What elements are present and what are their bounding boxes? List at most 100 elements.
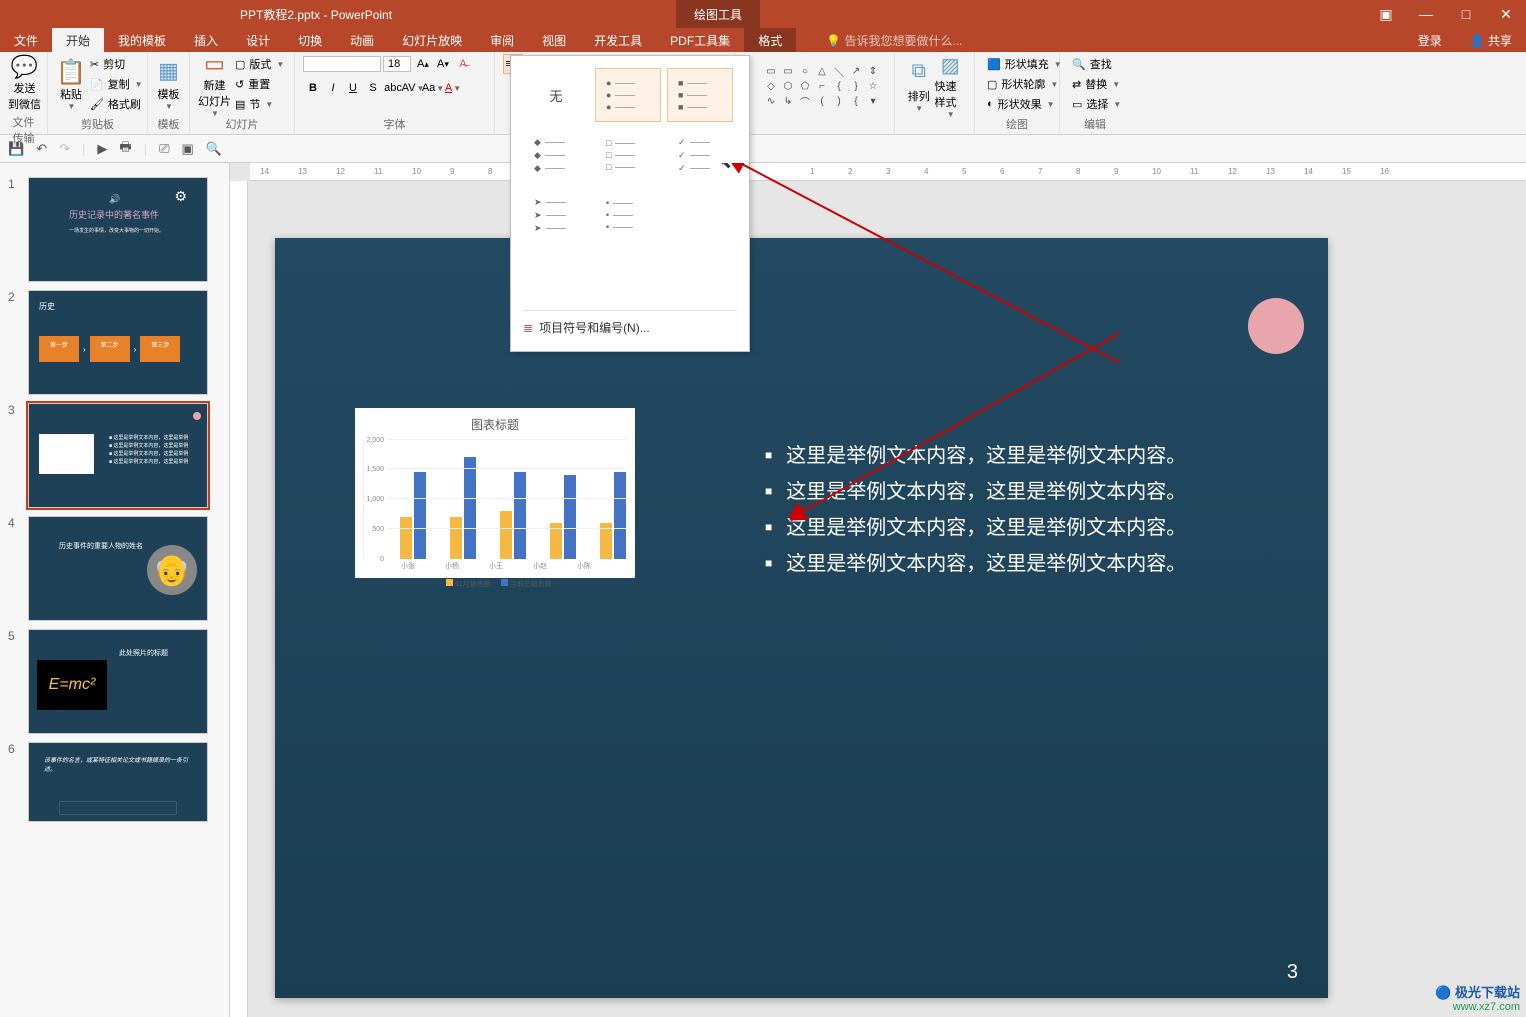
strike-button[interactable]: S: [363, 78, 383, 98]
shape-brk1-icon[interactable]: {: [848, 94, 864, 108]
thumb-slide-3[interactable]: ■ 这里是举例文本内容，这里是举例■ 这里是举例文本内容，这里是举例■ 这里是举…: [28, 403, 208, 508]
case-button[interactable]: Aa▼: [423, 78, 443, 98]
shape-curve-icon[interactable]: ∿: [763, 94, 779, 108]
paste-button[interactable]: 📋粘贴▼: [56, 55, 86, 113]
shape-pent-icon[interactable]: ⬠: [797, 79, 813, 93]
increase-font-button[interactable]: A▴: [413, 54, 433, 74]
tab-insert[interactable]: 插入: [180, 28, 232, 53]
tab-file[interactable]: 文件: [0, 28, 52, 53]
decrease-font-button[interactable]: A▾: [433, 54, 453, 74]
italic-button[interactable]: I: [323, 78, 343, 98]
shapes-gallery[interactable]: ▭▭○△＼↗⇕ ◇⬡⬠⌐{}☆ ∿↳⌒(){▾: [763, 64, 881, 108]
shape-paren2-icon[interactable]: ): [831, 94, 847, 108]
ribbon-display-icon[interactable]: ▣: [1366, 6, 1406, 23]
shape-circle-icon[interactable]: ○: [797, 64, 813, 78]
tab-transitions[interactable]: 切换: [284, 28, 336, 53]
qat-redo-icon[interactable]: ↷: [59, 141, 70, 157]
bullet-option-none[interactable]: 无: [523, 68, 589, 122]
font-size-combo[interactable]: 18: [383, 56, 411, 72]
cut-button[interactable]: ✂ 剪切: [86, 55, 147, 73]
underline-button[interactable]: U: [343, 78, 363, 98]
bullet-option-hollow-square[interactable]: □□□: [595, 128, 661, 182]
find-button[interactable]: 🔍 查找: [1068, 55, 1125, 73]
shape-conn-icon[interactable]: ↳: [780, 94, 796, 108]
thumb-slide-1[interactable]: 历史记录中的著名事件 一场发生的事情，改变大事物的一切开始。 ⚙ 🔊: [28, 177, 208, 282]
bullet-option-square[interactable]: ■■■: [667, 68, 733, 122]
shape-l-icon[interactable]: ⌐: [814, 79, 830, 93]
tab-format[interactable]: 格式: [744, 28, 796, 53]
select-button[interactable]: ▭ 选择 ▼: [1068, 95, 1125, 113]
tell-me-input[interactable]: 💡 告诉我您想要做什么...: [816, 28, 972, 53]
shape-brace1-icon[interactable]: {: [831, 79, 847, 93]
login-button[interactable]: 登录: [1404, 28, 1456, 53]
layout-button[interactable]: ▢ 版式 ▼: [231, 55, 288, 73]
font-color-button[interactable]: A▼: [443, 78, 463, 98]
qat-slideshow-icon[interactable]: ▶: [97, 141, 107, 157]
bullet-option-check[interactable]: ✓✓✓: [667, 128, 733, 182]
send-wechat-button[interactable]: 💬发送 到微信: [8, 54, 41, 112]
shadow-button[interactable]: abc: [383, 78, 403, 98]
drawing-tools-tab[interactable]: 绘图工具: [676, 0, 760, 28]
shape-star-icon[interactable]: ☆: [865, 79, 881, 93]
shape-paren1-icon[interactable]: (: [814, 94, 830, 108]
tab-animations[interactable]: 动画: [336, 28, 388, 53]
clear-format-button[interactable]: A̶: [453, 54, 473, 74]
tab-view[interactable]: 视图: [528, 28, 580, 53]
font-family-combo[interactable]: [303, 56, 381, 72]
qat-reading-icon[interactable]: ▣: [181, 141, 193, 157]
tab-slideshow[interactable]: 幻灯片放映: [388, 28, 476, 53]
qat-print-icon[interactable]: 🖶: [119, 138, 131, 160]
new-slide-button[interactable]: ▭新建 幻灯片▼: [198, 55, 231, 113]
group-editing: 编辑: [1068, 114, 1122, 132]
tab-review[interactable]: 审阅: [476, 28, 528, 53]
reset-button[interactable]: ↺ 重置: [231, 75, 288, 93]
shape-tri-icon[interactable]: △: [814, 64, 830, 78]
shape-arrow-icon[interactable]: ↗: [848, 64, 864, 78]
bullet-item[interactable]: 这里是举例文本内容，这里是举例文本内容。: [765, 546, 1186, 582]
thumb-slide-4[interactable]: 历史事件的重要人物的姓名 👴: [28, 516, 208, 621]
thumb-slide-2[interactable]: 历史 第一步 › 第二步 › 第三步: [28, 290, 208, 395]
quick-styles-button[interactable]: ▨快速样式▼: [935, 57, 967, 115]
shape-rect-icon[interactable]: ▭: [763, 64, 779, 78]
shape-outline-button[interactable]: ▢ 形状轮廓 ▼: [983, 75, 1066, 93]
copy-button[interactable]: 📄 复制 ▼: [86, 75, 147, 93]
tab-design[interactable]: 设计: [232, 28, 284, 53]
minimize-button[interactable]: —: [1406, 6, 1446, 22]
share-button[interactable]: 👤 共享: [1456, 28, 1526, 53]
arrange-button[interactable]: ⧉排列▼: [903, 57, 935, 115]
template-button[interactable]: ▦模板▼: [156, 55, 181, 113]
shape-rect2-icon[interactable]: ▭: [780, 64, 796, 78]
shape-line-icon[interactable]: ＼: [831, 64, 847, 78]
qat-zoom-icon[interactable]: 🔍: [206, 141, 222, 157]
qat-presenter-icon[interactable]: ⎚: [159, 141, 169, 157]
section-button[interactable]: ▤ 节 ▼: [231, 95, 288, 113]
bold-button[interactable]: B: [303, 78, 323, 98]
bullet-option-small-dot[interactable]: •••: [595, 188, 661, 242]
thumb-slide-5[interactable]: 此处照片的标题 E=mc²: [28, 629, 208, 734]
format-painter-button[interactable]: 🖌 格式刷: [86, 95, 147, 113]
shape-diamond-icon[interactable]: ◇: [763, 79, 779, 93]
pink-circle-shape[interactable]: [1248, 298, 1304, 354]
maximize-button[interactable]: □: [1446, 6, 1486, 22]
spacing-button[interactable]: AV▼: [403, 78, 423, 98]
tab-mytemplates[interactable]: 我的模板: [104, 28, 180, 53]
replace-button[interactable]: ⇄ 替换 ▼: [1068, 75, 1125, 93]
chart-object[interactable]: 图表标题 0 500 1,000 1,500 2,000: [355, 408, 635, 578]
close-button[interactable]: ✕: [1486, 6, 1526, 23]
bullet-option-arrow[interactable]: ➤➤➤: [523, 188, 589, 242]
slide-thumbnails-panel[interactable]: 1 历史记录中的著名事件 一场发生的事情，改变大事物的一切开始。 ⚙ 🔊 2 历…: [0, 163, 230, 1017]
bullets-numbering-dialog-link[interactable]: ≣ 项目符号和编号(N)...: [523, 310, 737, 336]
tab-pdf[interactable]: PDF工具集: [656, 28, 744, 53]
tab-developer[interactable]: 开发工具: [580, 28, 656, 53]
shape-effects-button[interactable]: ◐ 形状效果 ▼: [983, 95, 1066, 113]
bullet-option-diamond[interactable]: ◆◆◆: [523, 128, 589, 182]
shape-hex-icon[interactable]: ⬡: [780, 79, 796, 93]
bullet-option-disc[interactable]: ●●●: [595, 68, 661, 122]
tab-home[interactable]: 开始: [52, 28, 104, 53]
shape-arc-icon[interactable]: ⌒: [797, 94, 813, 108]
shape-brace2-icon[interactable]: }: [848, 79, 864, 93]
thumb-slide-6[interactable]: 该事件的名言，或某特征相关论文或书籍摘录的一条引述。: [28, 742, 208, 822]
shape-fill-button[interactable]: 🟦 形状填充 ▼: [983, 55, 1066, 73]
shape-updown-icon[interactable]: ⇕: [865, 64, 881, 78]
shape-more-icon[interactable]: ▾: [865, 94, 881, 108]
